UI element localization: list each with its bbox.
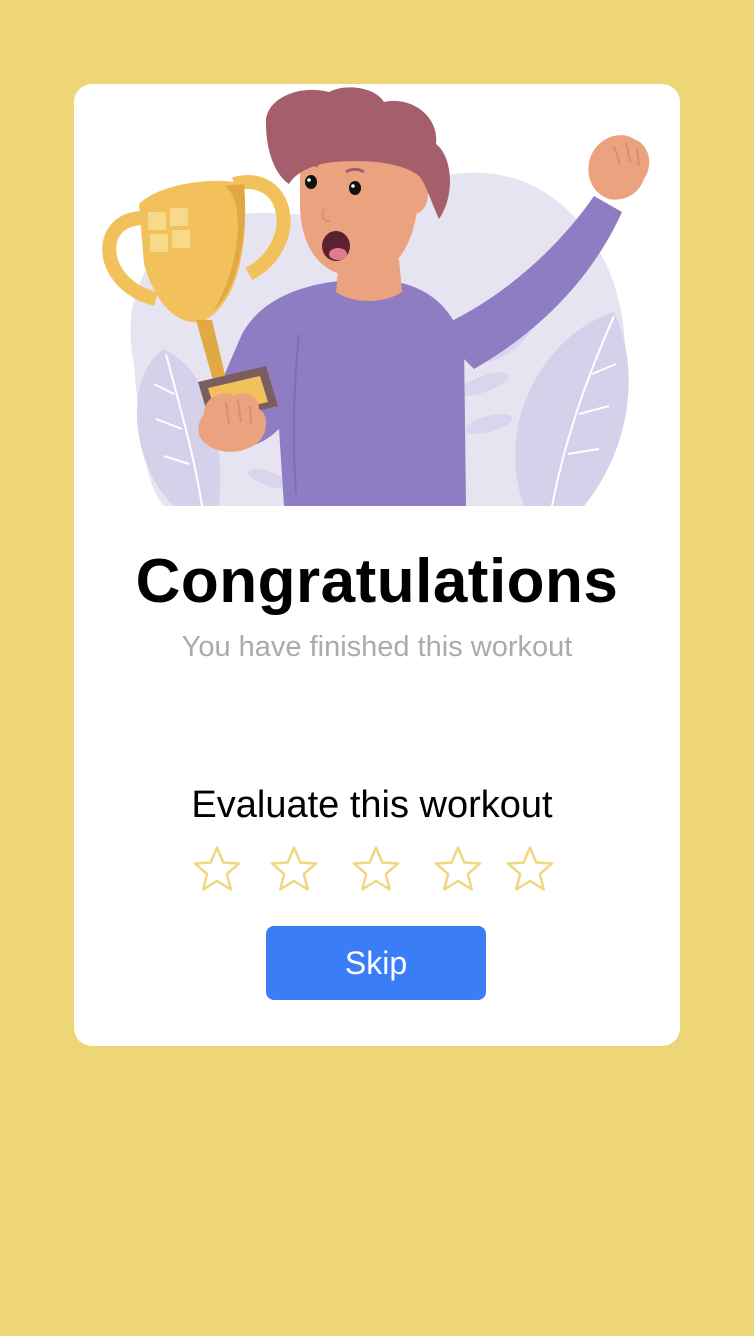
star-rating bbox=[74, 842, 680, 902]
star-3-icon[interactable] bbox=[349, 842, 403, 896]
skip-button[interactable]: Skip bbox=[266, 926, 486, 1000]
congratulations-card: Congratulations You have finished this w… bbox=[74, 84, 680, 1046]
workout-finished-subtitle: You have finished this workout bbox=[181, 631, 573, 663]
star-2-icon[interactable] bbox=[267, 842, 321, 896]
star-5-icon[interactable] bbox=[503, 842, 557, 896]
evaluate-workout-label: Evaluate this workout bbox=[191, 784, 553, 826]
trophy-celebration-illustration bbox=[102, 87, 650, 506]
star-4-icon[interactable] bbox=[431, 842, 485, 896]
congratulations-title: Congratulations bbox=[135, 547, 619, 616]
star-1-icon[interactable] bbox=[190, 842, 244, 896]
